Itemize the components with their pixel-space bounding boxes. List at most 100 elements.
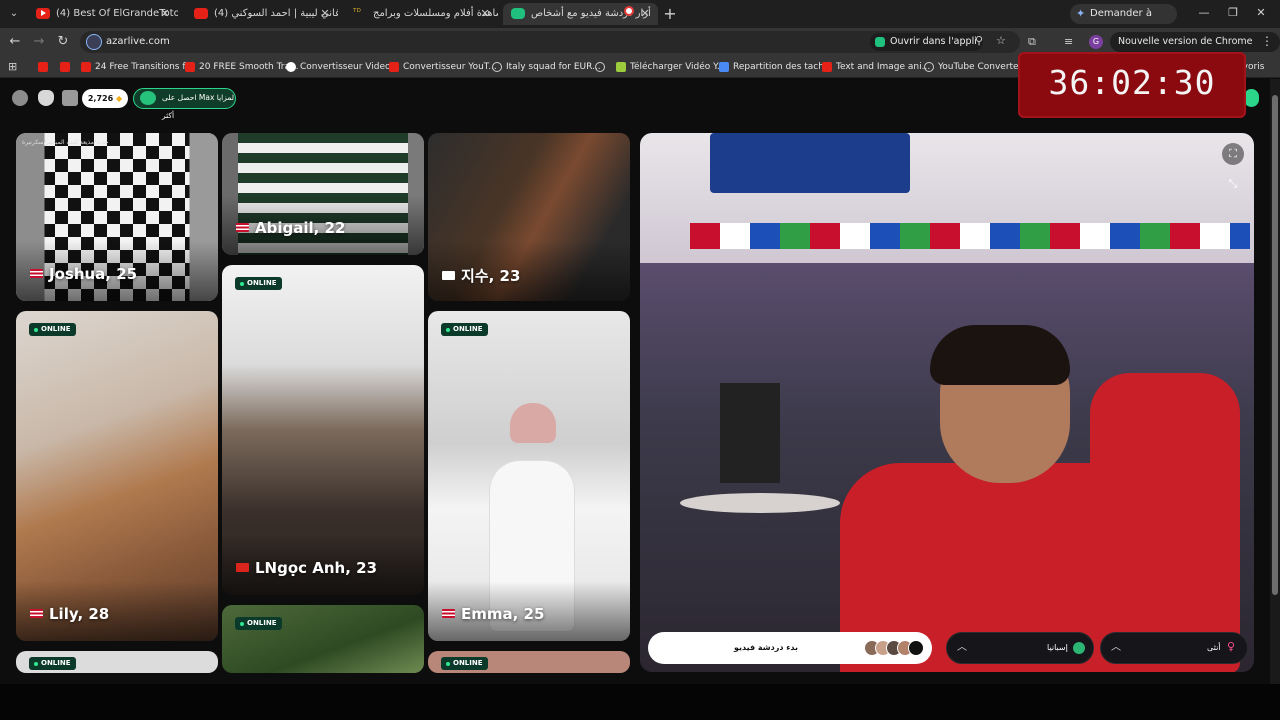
chevron-up-icon: ︿ [957, 642, 967, 653]
card-name-text: Lily, 28 [49, 605, 110, 623]
get-max-button[interactable]: احصل على Max لمزايا أكثر [133, 88, 236, 120]
profile-card-partial[interactable]: ONLINE [16, 651, 218, 673]
coin-count: 2,726 [87, 94, 114, 103]
jersey-decor [710, 133, 910, 193]
bookmark-item[interactable]: Text and Image ani... [822, 59, 930, 75]
inbox-icon[interactable] [62, 90, 78, 106]
youtube-icon [822, 62, 832, 72]
bookmark-label: Repartition des tach... [733, 62, 833, 72]
menu-icon[interactable]: ⋮ [1261, 34, 1273, 48]
country-filter[interactable]: ︿ إسبانيا [946, 632, 1094, 664]
close-icon[interactable]: ✕ [478, 3, 492, 25]
video-icon [908, 640, 924, 656]
youtube-icon [194, 8, 208, 19]
card-photo-detail [510, 403, 556, 443]
gemini-button[interactable]: ✦ Demander à Gemini [1070, 4, 1177, 39]
timer-text: 36:02:30 [1048, 63, 1216, 102]
profile-card-jisu[interactable]: 지수, 23 [428, 133, 630, 301]
media-icon[interactable]: ≡ [1064, 35, 1073, 48]
back-button[interactable]: ← [7, 34, 23, 49]
profile-card-emma[interactable]: ONLINE Emma, 25 [428, 311, 630, 641]
bookmark-item[interactable]: Repartition des tach... [719, 59, 833, 75]
bookmark-star-icon[interactable]: ☆ [996, 34, 1006, 47]
bookmark-item[interactable]: YouTube Converter... [924, 59, 1030, 75]
close-window-button[interactable]: ✕ [1254, 6, 1268, 19]
fullscreen-icon[interactable]: ⛶ [1222, 143, 1244, 165]
globe-icon [1073, 642, 1085, 654]
zoom-icon[interactable]: ⚲ [975, 34, 983, 47]
bookmark-label: 20 FREE Smooth Tra... [199, 62, 299, 72]
browser-window: { "tabs": [ {"title": "(4) Best Of ElGra… [0, 0, 1280, 720]
scrollbar-thumb[interactable] [1272, 95, 1278, 595]
card-name-text: 지수, 23 [461, 267, 521, 285]
profile-card-joshua[interactable]: حدث/مذيعة للبث المباشر/سكرتيرة Joshua, 2… [16, 133, 218, 301]
us-flag-icon [30, 609, 43, 618]
card-name-text: Joshua, 25 [49, 265, 138, 283]
bookmark-label: Convertisseur YouT... [403, 62, 497, 72]
profile-icon[interactable] [12, 90, 28, 106]
tab-youtube-toto[interactable]: (4) Best Of ElGrandeToto V1 - Y ✕ [28, 3, 178, 25]
online-badge: ONLINE [235, 617, 282, 630]
close-icon[interactable]: ✕ [638, 3, 652, 25]
bookmark-item[interactable] [595, 59, 609, 75]
apps-grid-icon[interactable]: ⊞ [8, 59, 17, 75]
profile-card-lily[interactable]: ONLINE Lily, 28 [16, 311, 218, 641]
forward-button[interactable]: → [31, 34, 47, 49]
scrollbar[interactable] [1270, 79, 1280, 684]
tab-movies[interactable]: ᵀᴰ مشاهدة أفلام ومسلسلات وبرامج ✕ [345, 3, 498, 25]
online-badge: ONLINE [29, 323, 76, 336]
coin-balance[interactable]: 2,726 ◆ [82, 89, 128, 108]
bookmark-label: Text and Image ani... [836, 62, 931, 72]
bookmark-item[interactable]: Convertisseur YouT... [389, 59, 497, 75]
avatar-stack [864, 640, 926, 656]
profile-avatar[interactable]: G [1089, 35, 1103, 49]
update-chrome-button[interactable]: Nouvelle version de Chrome disponible [1110, 32, 1280, 67]
bookmark-label: 24 Free Transitions f... [95, 62, 194, 72]
start-video-chat-button[interactable]: بدء دردشة فيديو [648, 632, 932, 664]
bookmark-item[interactable]: Télécharger Vidéo Y... [616, 59, 725, 75]
us-flag-icon [236, 223, 249, 232]
azar-logo-icon[interactable] [1244, 89, 1259, 107]
app-icon [875, 37, 885, 47]
tab-youtube-libya[interactable]: (4) اغاني ليبية | احمد السوكني - ... ✕ [186, 3, 338, 25]
notification-bell-icon[interactable] [38, 90, 54, 106]
card-name: LNgọc Anh, 23 [236, 559, 377, 577]
profile-card-abigail[interactable]: Abigail, 22 [222, 133, 424, 255]
youtube-icon [36, 8, 50, 19]
google-icon [286, 62, 296, 72]
profile-card-partial[interactable]: ONLINE [428, 651, 630, 673]
card-name-text: Emma, 25 [461, 605, 545, 623]
vn-flag-icon [236, 563, 249, 572]
us-flag-icon [442, 609, 455, 618]
youtube-icon [38, 62, 48, 72]
site-info-icon[interactable] [86, 34, 102, 50]
tab-search-icon[interactable]: ⌄ [6, 6, 22, 22]
reload-button[interactable]: ↻ [55, 34, 71, 49]
collapse-icon[interactable]: ⤡ [1222, 173, 1244, 195]
close-icon[interactable]: ✕ [158, 3, 172, 25]
new-tab-button[interactable]: + [662, 4, 678, 23]
profile-card-partial[interactable]: ONLINE [222, 605, 424, 673]
close-icon[interactable]: ✕ [318, 3, 332, 25]
minimize-button[interactable]: — [1197, 6, 1211, 19]
bookmark-item[interactable]: Convertisseur Video... [286, 59, 399, 75]
female-icon: ♀ [1227, 640, 1236, 653]
youtube-icon [389, 62, 399, 72]
bookmark-item[interactable]: 20 FREE Smooth Tra... [185, 59, 299, 75]
url-text: azarlive.com [106, 36, 170, 47]
address-bar[interactable]: azarlive.com Ouvrir dans l'appli ⚲ ☆ [80, 31, 1020, 53]
bookmark-youtube[interactable] [60, 59, 74, 75]
bookmark-item[interactable]: Italy squad for EUR... [492, 59, 601, 75]
online-badge: ONLINE [29, 657, 76, 670]
bookmark-item[interactable]: 24 Free Transitions f... [81, 59, 193, 75]
flags-decor [690, 223, 1250, 249]
extensions-icon[interactable]: ⧉ [1028, 35, 1036, 49]
card-caption: حدث/مذيعة للبث المباشر/سكرتيرة [22, 139, 109, 146]
bookmark-youtube[interactable] [38, 59, 52, 75]
gender-filter[interactable]: ︿ أنثى ♀ [1100, 632, 1248, 664]
table [680, 493, 840, 513]
restore-button[interactable]: ❐ [1226, 6, 1240, 19]
open-in-app-button[interactable]: Ouvrir dans l'appli [870, 33, 983, 51]
tab-azar[interactable]: أزار دردشة فيديو مع أشخاص ✕ [503, 3, 658, 25]
profile-card-lngoc[interactable]: ONLINE LNgọc Anh, 23 [222, 265, 424, 595]
